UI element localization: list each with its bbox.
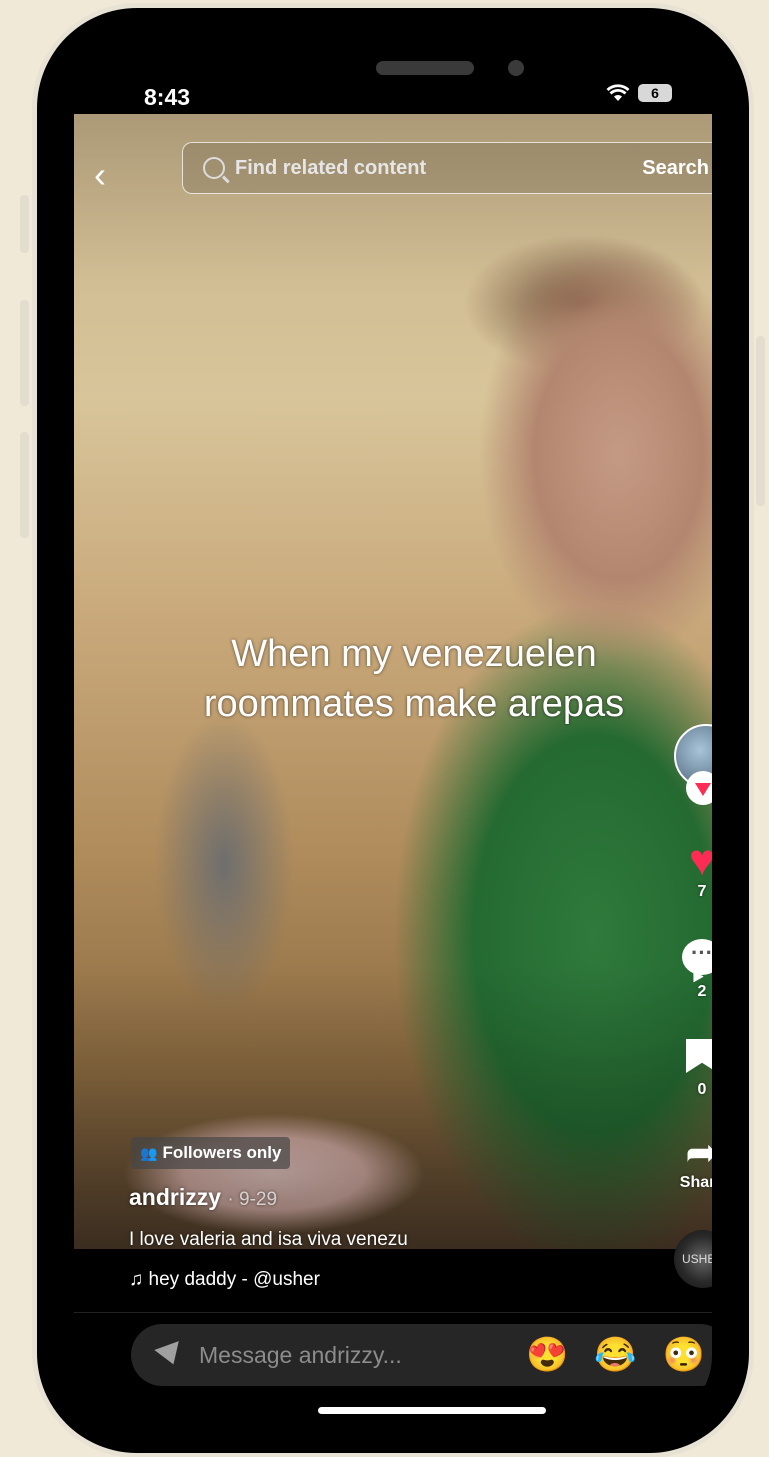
emoji-laughing[interactable]: 😂 <box>594 1335 636 1375</box>
share-icon: ➦ <box>685 1131 712 1175</box>
users-icon: 👥 <box>140 1144 158 1161</box>
share-button[interactable]: ➦ Share <box>670 1132 712 1192</box>
comment-button[interactable]: ··· 2 <box>670 939 712 1001</box>
save-button[interactable]: 0 <box>670 1039 712 1099</box>
search-input[interactable]: Find related content <box>235 157 642 180</box>
visibility-label: Followers only <box>162 1143 282 1162</box>
back-icon[interactable]: ‹ <box>94 154 106 196</box>
search-bar[interactable]: Find related content Search <box>182 142 712 194</box>
home-indicator[interactable] <box>318 1407 546 1414</box>
post-description[interactable]: I love valeria and isa viva venezu <box>129 1229 408 1251</box>
author-row: andrizzy · 9-29 <box>129 1184 277 1211</box>
status-time: 8:43 <box>144 84 191 110</box>
emoji-heart-eyes[interactable]: 😍 <box>526 1335 568 1375</box>
send-icon <box>154 1341 186 1369</box>
speaker <box>376 61 474 75</box>
like-button[interactable]: ♥ 7 <box>670 839 712 901</box>
heart-icon: ♥ <box>688 836 712 885</box>
search-button[interactable]: Search <box>642 157 709 180</box>
comment-icon: ··· <box>682 939 712 975</box>
caption-line: When my venezuelen <box>231 633 597 675</box>
like-count: 7 <box>697 883 707 900</box>
follow-icon[interactable] <box>686 771 712 805</box>
emoji-flushed[interactable]: 😳 <box>663 1335 705 1375</box>
visibility-badge: 👥 Followers only <box>131 1137 291 1169</box>
video-caption: When my venezuelen roommates make arepas <box>134 629 694 729</box>
music-title: hey daddy - @usher <box>148 1269 320 1290</box>
camera-dot <box>508 60 524 76</box>
action-button <box>20 195 29 253</box>
phone-frame: 8:43 6 ‹ Find related content Search ‹ W… <box>37 8 749 1453</box>
comment-count: 2 <box>697 983 707 1000</box>
save-count: 0 <box>697 1081 707 1098</box>
post-date: · 9-29 <box>227 1189 278 1210</box>
volume-up-button <box>20 300 29 406</box>
volume-down-button <box>20 432 29 538</box>
dynamic-island <box>246 44 612 102</box>
message-bar[interactable]: Message andrizzy... 😍 😂 😳 <box>131 1324 712 1386</box>
message-input[interactable]: Message andrizzy... <box>199 1342 526 1369</box>
share-label: Share <box>679 1174 712 1191</box>
bookmark-icon <box>686 1039 712 1073</box>
power-button <box>756 336 765 506</box>
author-name[interactable]: andrizzy <box>129 1184 221 1210</box>
music-note-icon: ♫ <box>129 1269 144 1290</box>
music-row[interactable]: ♫ hey daddy - @usher <box>129 1269 320 1291</box>
screen: 8:43 6 ‹ Find related content Search ‹ W… <box>74 44 712 1424</box>
battery-icon: 6 <box>638 84 672 102</box>
search-icon <box>203 157 225 179</box>
caption-line: roommates make arepas <box>203 683 625 725</box>
disc-label: USHER <box>681 1252 712 1266</box>
divider <box>74 1312 712 1313</box>
wifi-icon <box>606 84 630 101</box>
